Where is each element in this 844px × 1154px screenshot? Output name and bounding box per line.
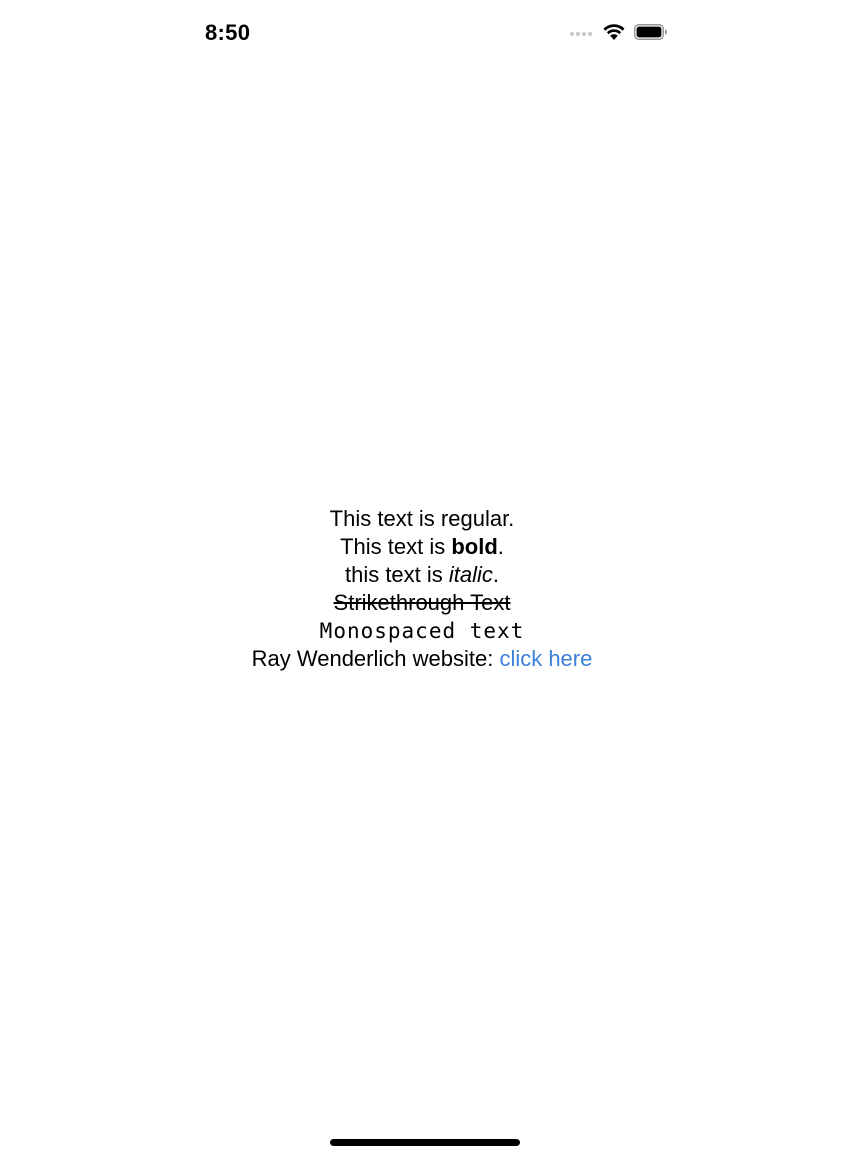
website-link[interactable]: click here: [499, 646, 592, 671]
monospaced-text-line: Monospaced text: [319, 619, 525, 643]
formatted-text-block: This text is regular. This text is bold.…: [0, 505, 844, 673]
status-icons: [570, 23, 668, 46]
regular-text-line: This text is regular.: [329, 506, 515, 531]
italic-word: italic: [448, 562, 493, 587]
wifi-icon: [602, 23, 626, 46]
status-time: 8:50: [205, 20, 251, 45]
status-bar: 8:50: [0, 0, 844, 70]
bold-line-prefix: This text is: [340, 534, 452, 559]
italic-line-suffix: .: [492, 562, 500, 587]
bold-word: bold: [451, 534, 498, 559]
italic-line-prefix: this text is: [344, 562, 449, 587]
italic-text-line: this text is italic.: [0, 561, 844, 589]
link-text-line: Ray Wenderlich website: click here: [0, 645, 844, 673]
signal-icon: [570, 32, 592, 36]
link-line-prefix: Ray Wenderlich website:: [251, 646, 500, 671]
home-indicator[interactable]: [330, 1139, 520, 1146]
battery-icon: [634, 23, 668, 45]
bold-line-suffix: .: [497, 534, 504, 559]
bold-text-line: This text is bold.: [0, 533, 844, 561]
strikethrough-text-line: Strikethrough Text: [333, 590, 511, 615]
